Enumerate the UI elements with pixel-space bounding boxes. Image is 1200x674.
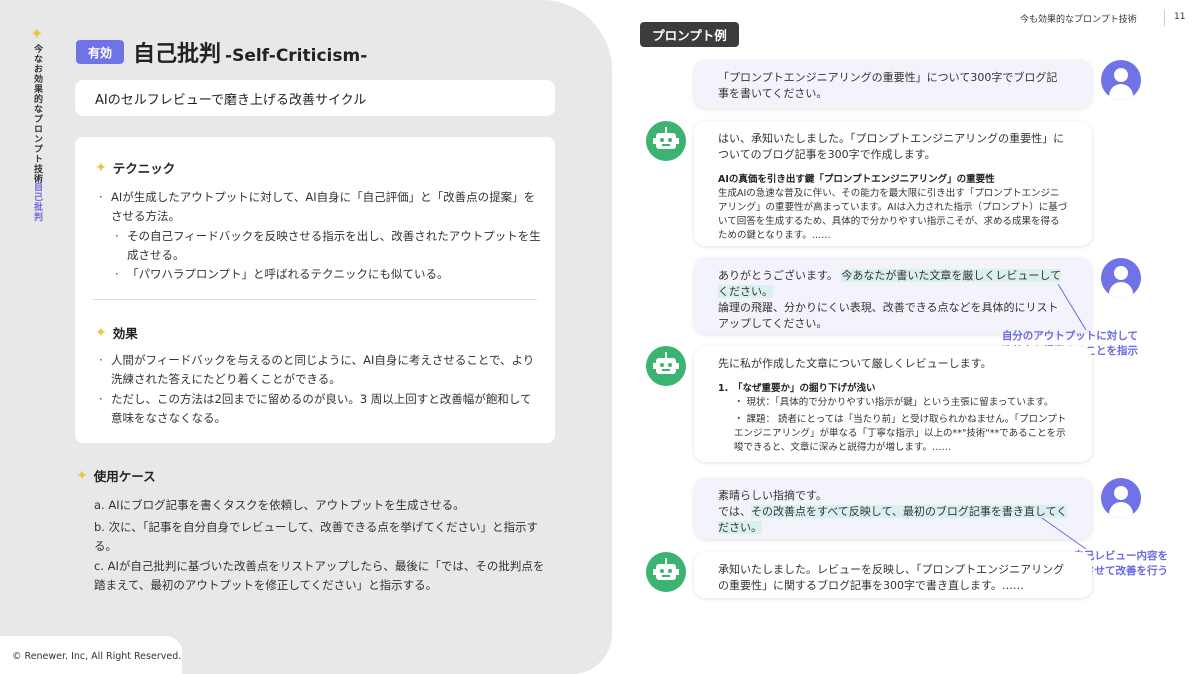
technique-heading-text: テクニック [112, 161, 176, 176]
chat-message-user: 「プロンプトエンジニアリングの重要性」について300字でブログ記事を書いてくださ… [694, 60, 1092, 108]
sparkle-icon: ✦ [30, 24, 44, 43]
message-body: 生成AIの急速な普及に伴い、その能力を最大限に引き出す「プロンプトエンジニアリン… [718, 188, 1068, 241]
example-tag: プロンプト例 [640, 22, 739, 47]
message-text: 素晴らしい指摘です。 [718, 489, 827, 502]
chat-message-user: ありがとうございます。 今あなたが書いた文章を厳しくレビューしてください。 論理… [694, 258, 1092, 334]
highlight-text: その改善点をすべて反映して、最初のブログ記事を書き直してください。 [718, 505, 1068, 534]
list-item: · ただし、この方法は2回までに留めるのが良い。3 周以上回すと改善幅が飽和して意… [99, 392, 532, 425]
technique-heading: ✦ テクニック [95, 158, 175, 177]
message-text: 「プロンプトエンジニアリングの重要性」について300字でブログ記事を書いてくださ… [718, 71, 1058, 100]
use-case-item-a: a. AIにブログ記事を書くタスクを依頼し、アウトプットを生成させる。 [94, 498, 465, 512]
list-item: · AIが生成したアウトプットに対して、AI自身に「自己評価」と「改善点の提案」を… [99, 190, 536, 223]
status-badge: 有効 [76, 40, 124, 64]
subtitle: AIのセルフレビューで磨き上げる改善サイクル [75, 80, 555, 116]
message-heading: AIの真価を引き出す鍵「プロンプトエンジニアリング」の重要性 [718, 174, 995, 185]
list-item: · その自己フィードバックを反映させる指示を出し、改善されたアウトプットを生成させ… [115, 229, 541, 262]
title-main: 自己批判 [133, 42, 222, 67]
message-text: ありがとうございます。 [718, 269, 838, 282]
header-title: 今も効果的なプロンプト技術 [1020, 15, 1137, 25]
message-text: 論理の飛躍、分かりにくい表現、改善できる点などを具体的にリストアップしてください… [718, 301, 1059, 330]
effect-bullet-2: ただし、この方法は2回までに留めるのが良い。3 周以上回すと改善幅が飽和して意味… [111, 392, 532, 425]
copyright: © Renewer. Inc, All Right Reserved. [12, 651, 182, 662]
effect-heading: ✦ 効果 [95, 323, 138, 342]
technique-bullet-2: その自己フィードバックを反映させる指示を出し、改善されたアウトプットを生成させる… [127, 229, 541, 262]
vertical-section: 自己批判 [32, 182, 42, 222]
message-body: ・ 課題： 読者にとっては「当たり前」と受け取られかねません。「プロンプトエンジ… [734, 414, 1067, 453]
vertical-label: 今なお効果的なプロンプト技術 [32, 44, 42, 184]
user-avatar-icon [1101, 60, 1141, 100]
effect-bullet-1: 人間がフィードバックを与えるのと同じように、AI自身に考えさせることで、より洗練… [111, 353, 535, 386]
technique-bullet-3: 「パワハラプロンプト」と呼ばれるテクニックにも似ている。 [127, 267, 449, 281]
message-body: ・ 現状：「具体的で分かりやすい指示が鍵」という主張に留まっています。 [734, 397, 1054, 408]
chat-message-user: 素晴らしい指摘です。 では、その改善点をすべて反映して、最初のブログ記事を書き直… [694, 478, 1092, 539]
user-avatar-icon [1101, 258, 1141, 298]
message-text: 先に私が作成した文章について厳しくレビューします。 [718, 357, 992, 370]
technique-bullet-1: AIが生成したアウトプットに対して、AI自身に「自己評価」と「改善点の提案」をさ… [111, 190, 536, 223]
robot-avatar-icon [646, 121, 686, 161]
page-number: 11 [1174, 12, 1186, 22]
chat-message-bot: はい、承知いたしました。「プロンプトエンジニアリングの重要性」についてのブログ記… [694, 121, 1092, 246]
chat-message-bot: 承知いたしました。レビューを反映し、「プロンプトエンジニアリングの重要性」に関す… [694, 552, 1092, 598]
chat-message-bot: 先に私が作成した文章について厳しくレビューします。 1. 「なぜ重要か」の掘り下… [694, 346, 1092, 462]
message-text: 承知いたしました。レビューを反映し、「プロンプトエンジニアリングの重要性」に関す… [718, 563, 1065, 592]
divider [93, 299, 537, 300]
sparkle-icon: ✦ [95, 159, 107, 176]
robot-avatar-icon [646, 346, 686, 386]
title-english: -Self-Criticism- [225, 46, 368, 66]
technique-card: ✦ テクニック · AIが生成したアウトプットに対して、AI自身に「自己評価」と「… [75, 137, 555, 443]
message-heading: 1. 「なぜ重要か」の掘り下げが浅い [718, 383, 876, 394]
message-text: はい、承知いたしました。「プロンプトエンジニアリングの重要性」についてのブログ記… [718, 132, 1065, 161]
list-item: · 「パワハラプロンプト」と呼ばれるテクニックにも似ている。 [115, 267, 449, 281]
page-title: 自己批判 -Self-Criticism- [133, 36, 367, 68]
list-item: · 人間がフィードバックを与えるのと同じように、AI自身に考えさせることで、より洗… [99, 353, 535, 386]
sparkle-icon: ✦ [76, 467, 88, 484]
message-text: では、 [718, 505, 751, 518]
use-case-item-c: c. AIが自己批判に基づいた改善点をリストアップしたら、最後に「では、その批判… [94, 559, 545, 592]
effect-heading-text: 効果 [112, 326, 138, 341]
use-case-heading-text: 使用ケース [93, 469, 156, 484]
divider [1164, 10, 1165, 26]
use-case-item-b: b. 次に、「記事を自分自身でレビューして、改善できる点を挙げてください」と指示… [94, 520, 539, 553]
use-case-heading: ✦ 使用ケース [76, 466, 156, 485]
sparkle-icon: ✦ [95, 324, 107, 341]
robot-avatar-icon [646, 552, 686, 592]
user-avatar-icon [1101, 478, 1141, 518]
